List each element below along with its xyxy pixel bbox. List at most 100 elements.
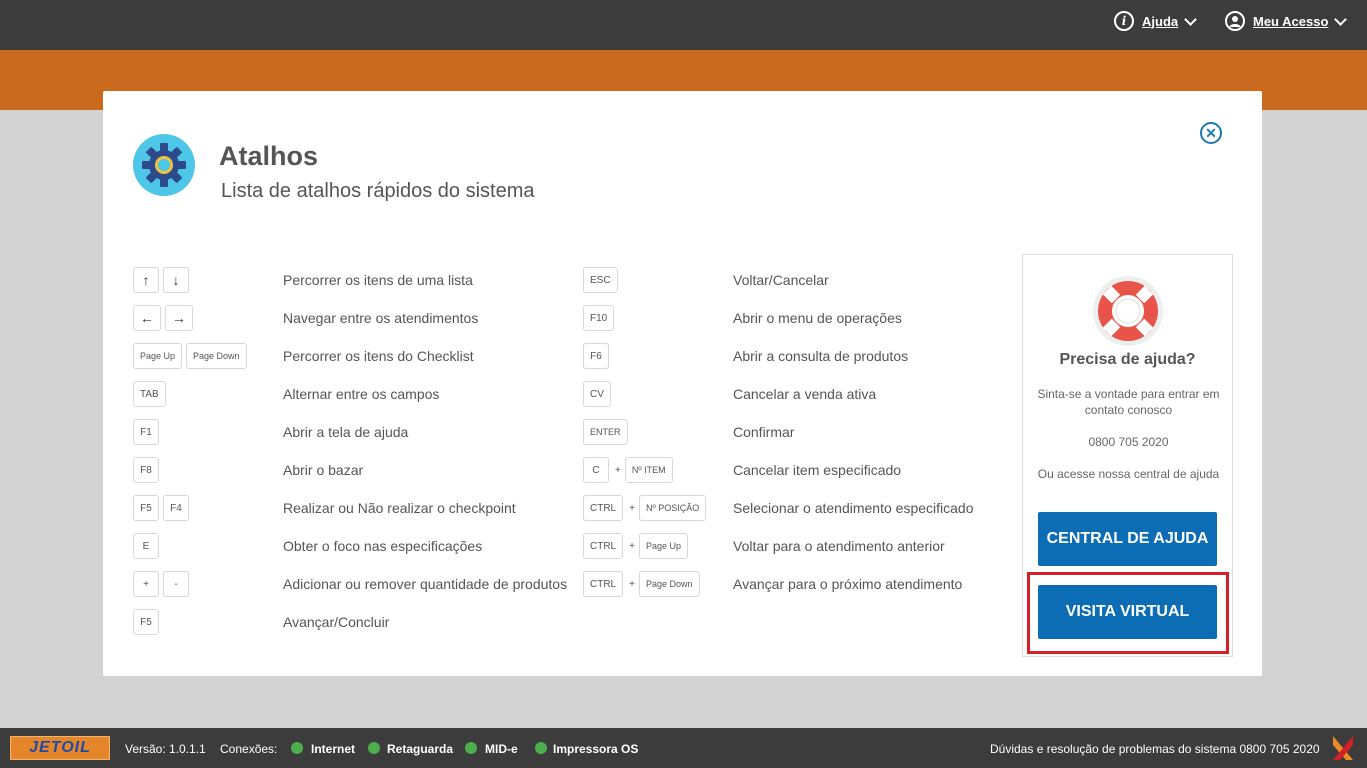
key-group: ESC bbox=[583, 267, 622, 293]
keycap: Nº ITEM bbox=[624, 457, 673, 483]
gear-icon bbox=[133, 134, 195, 196]
keycap: ↑ bbox=[133, 267, 159, 293]
plus-sign: + bbox=[629, 502, 635, 514]
shortcut-description: Abrir o menu de operações bbox=[733, 310, 902, 326]
shortcut-keys: CV bbox=[583, 381, 615, 407]
connection-retaguarda: Retaguarda bbox=[387, 742, 454, 756]
account-menu[interactable]: Meu Acesso bbox=[1225, 11, 1348, 31]
shortcut-description: Voltar para o atendimento anterior bbox=[733, 538, 945, 554]
keycap: F8 bbox=[133, 457, 159, 483]
shortcut-description: Selecionar o atendimento especificado bbox=[733, 500, 974, 516]
shortcut-keys: ← → bbox=[133, 305, 197, 331]
help-menu-label: Ajuda bbox=[1142, 13, 1179, 29]
footer-bar: JETOIL Versão: 1.0.1.1 Conexões: Interne… bbox=[0, 728, 1367, 768]
key-group: F8 bbox=[133, 457, 163, 483]
shortcut-keys: Page Up Page Down bbox=[133, 343, 251, 369]
shortcut-keys: CTRL + Nº POSIÇÃO bbox=[583, 495, 710, 521]
keycap: Nº POSIÇÃO bbox=[638, 495, 707, 521]
key-group: CV bbox=[583, 381, 615, 407]
close-icon[interactable]: ✕ bbox=[1200, 122, 1222, 144]
connection-mid-e: MID-e bbox=[485, 742, 518, 756]
key-group: F10 bbox=[583, 305, 618, 331]
shortcut-keys: F10 bbox=[583, 305, 618, 331]
key-group: F1 bbox=[133, 419, 163, 445]
key-group: F5 F4 bbox=[133, 495, 193, 521]
shortcut-description: Obter o foco nas especificações bbox=[283, 538, 483, 554]
keycap: E bbox=[133, 533, 159, 559]
status-dot-mid-e bbox=[465, 742, 477, 754]
connection-internet: Internet bbox=[311, 742, 356, 756]
shortcut-keys: ↑ ↓ bbox=[133, 267, 193, 293]
help-phone: 0800 705 2020 bbox=[1088, 435, 1169, 449]
help-text: Sinta-se a vontade para entrar em contat… bbox=[1037, 387, 1220, 417]
chevron-down-icon bbox=[1334, 12, 1348, 26]
shortcut-description: Avançar para o próximo atendimento bbox=[733, 576, 963, 592]
jetoil-logo: JETOIL bbox=[10, 736, 110, 760]
keycap: F4 bbox=[163, 495, 189, 521]
account-menu-label: Meu Acesso bbox=[1253, 13, 1329, 29]
shortcut-keys: + - bbox=[133, 571, 193, 597]
keycap: Page Up bbox=[133, 343, 183, 369]
status-dot-retaguarda bbox=[368, 742, 380, 754]
keycap: Page Down bbox=[186, 343, 247, 369]
key-group: Page Up Page Down bbox=[133, 343, 251, 369]
plus-sign: + bbox=[629, 578, 635, 590]
key-group: C + Nº ITEM bbox=[583, 457, 677, 483]
shortcut-description: Confirmar bbox=[733, 424, 795, 440]
shortcut-keys: TAB bbox=[133, 381, 170, 407]
shortcut-description: Alternar entre os campos bbox=[283, 386, 440, 402]
connections-label: Conexões: bbox=[220, 742, 278, 756]
shortcut-keys: CTRL + Page Up bbox=[583, 533, 692, 559]
keycap: F10 bbox=[583, 305, 615, 331]
highlight-box bbox=[1027, 572, 1229, 654]
keycap: CTRL bbox=[583, 533, 624, 559]
keycap: Page Down bbox=[638, 571, 700, 597]
plus-sign: + bbox=[629, 540, 635, 552]
shortcut-description: Percorrer os itens do Checklist bbox=[283, 348, 474, 364]
help-menu[interactable]: i Ajuda bbox=[1114, 11, 1197, 31]
keycap: F6 bbox=[583, 343, 609, 369]
key-group: CTRL + Page Down bbox=[583, 571, 704, 597]
shortcut-description: Cancelar a venda ativa bbox=[733, 386, 877, 402]
shortcut-keys: F5 F4 bbox=[133, 495, 193, 521]
shortcut-keys: CTRL + Page Down bbox=[583, 571, 704, 597]
keycap: ENTER bbox=[583, 419, 628, 445]
shortcut-keys: F1 bbox=[133, 419, 163, 445]
help-title: Precisa de ajuda? bbox=[1059, 351, 1196, 368]
modal-title: Atalhos bbox=[219, 141, 319, 171]
keycap: - bbox=[163, 571, 189, 597]
info-icon: i bbox=[1114, 11, 1134, 31]
central-de-ajuda-button[interactable]: CENTRAL DE AJUDA bbox=[1038, 512, 1217, 566]
key-group: TAB bbox=[133, 381, 170, 407]
shortcut-keys: ESC bbox=[583, 267, 622, 293]
shortcut-description: Navegar entre os atendimentos bbox=[283, 310, 479, 326]
shortcut-description: Avançar/Concluir bbox=[283, 614, 390, 630]
modal-subtitle: Lista de atalhos rápidos do sistema bbox=[221, 180, 535, 202]
keycap: ESC bbox=[583, 267, 618, 293]
shortcut-description: Adicionar ou remover quantidade de produ… bbox=[283, 576, 568, 592]
shortcut-keys: F6 bbox=[583, 343, 613, 369]
keycap: CTRL bbox=[583, 495, 624, 521]
key-group: ← → bbox=[133, 305, 197, 331]
key-group: CTRL + Nº POSIÇÃO bbox=[583, 495, 710, 521]
shortcut-description: Voltar/Cancelar bbox=[733, 272, 829, 288]
key-group: + - bbox=[133, 571, 193, 597]
shortcut-description: Abrir a tela de ajuda bbox=[283, 424, 409, 440]
keycap: → bbox=[165, 305, 193, 331]
support-text: Dúvidas e resolução de problemas do sist… bbox=[990, 742, 1320, 756]
shortcut-keys: F5 bbox=[133, 609, 163, 635]
keycap: ← bbox=[133, 305, 161, 331]
keycap: + bbox=[133, 571, 159, 597]
key-group: F6 bbox=[583, 343, 613, 369]
keycap: Page Up bbox=[638, 533, 688, 559]
top-bar: i Ajuda Meu Acesso bbox=[0, 0, 1367, 50]
keycap: CV bbox=[583, 381, 611, 407]
keycap: F5 bbox=[133, 609, 159, 635]
shortcut-description: Abrir o bazar bbox=[283, 462, 364, 478]
keycap: CTRL bbox=[583, 571, 624, 597]
help-text-central: Ou acesse nossa central de ajuda bbox=[1037, 467, 1220, 481]
lifebuoy-icon bbox=[1093, 276, 1163, 346]
key-group: ↑ ↓ bbox=[133, 267, 193, 293]
chevron-down-icon bbox=[1184, 12, 1197, 26]
shortcut-keys: C + Nº ITEM bbox=[583, 457, 677, 483]
